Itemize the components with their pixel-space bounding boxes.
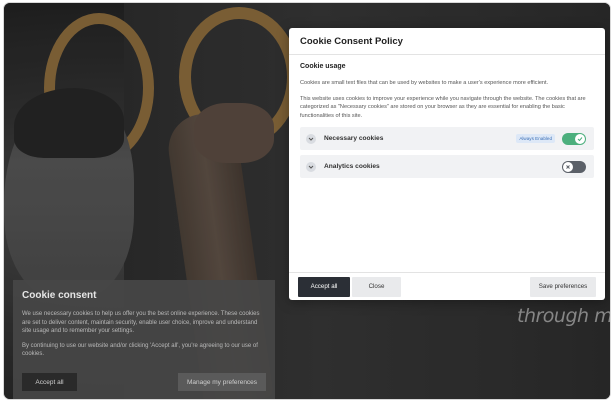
- chevron-down-icon[interactable]: [306, 133, 316, 144]
- browser-viewport: through my Cookie consent We use necessa…: [4, 3, 610, 399]
- cookie-consent-banner: Cookie consent We use necessary cookies …: [13, 280, 275, 399]
- cookie-usage-heading: Cookie usage: [300, 63, 346, 70]
- category-label: Analytics cookies: [324, 163, 380, 171]
- banner-accept-all-button[interactable]: Accept all: [22, 373, 77, 391]
- chevron-down-icon[interactable]: [306, 161, 316, 172]
- banner-title: Cookie consent: [22, 290, 97, 301]
- modal-body: Cookie usage Cookies are small text file…: [289, 55, 605, 179]
- close-button[interactable]: Close: [352, 276, 401, 297]
- cookie-usage-text-1: Cookies are small text files that can be…: [300, 80, 549, 86]
- cookie-policy-modal: Cookie Consent Policy Cookie usage Cooki…: [289, 28, 605, 300]
- banner-description: We use necessary cookies to help us offe…: [22, 311, 260, 334]
- check-icon: [575, 133, 585, 144]
- accept-all-button[interactable]: Accept all: [298, 276, 350, 297]
- modal-header: Cookie Consent Policy: [289, 28, 605, 55]
- category-label: Necessary cookies: [324, 135, 384, 143]
- banner-agreement-text: By continuing to use our website and/or …: [22, 342, 258, 358]
- modal-footer: Accept all Close Save preferences: [289, 272, 605, 300]
- banner-manage-preferences-button[interactable]: Manage my preferences: [178, 373, 266, 391]
- always-enabled-badge: Always Enabled: [516, 134, 555, 144]
- analytics-cookies-toggle[interactable]: [562, 160, 586, 173]
- modal-title: Cookie Consent Policy: [300, 35, 403, 47]
- category-necessary-cookies[interactable]: Necessary cookies Always Enabled: [300, 127, 594, 151]
- cookie-usage-text-2: This website uses cookies to improve you…: [300, 95, 586, 119]
- necessary-cookies-toggle[interactable]: [562, 132, 586, 145]
- category-analytics-cookies[interactable]: Analytics cookies: [300, 155, 594, 179]
- banner-actions: Accept all Manage my preferences: [22, 373, 266, 391]
- close-icon: [563, 161, 573, 172]
- save-preferences-button[interactable]: Save preferences: [530, 276, 596, 297]
